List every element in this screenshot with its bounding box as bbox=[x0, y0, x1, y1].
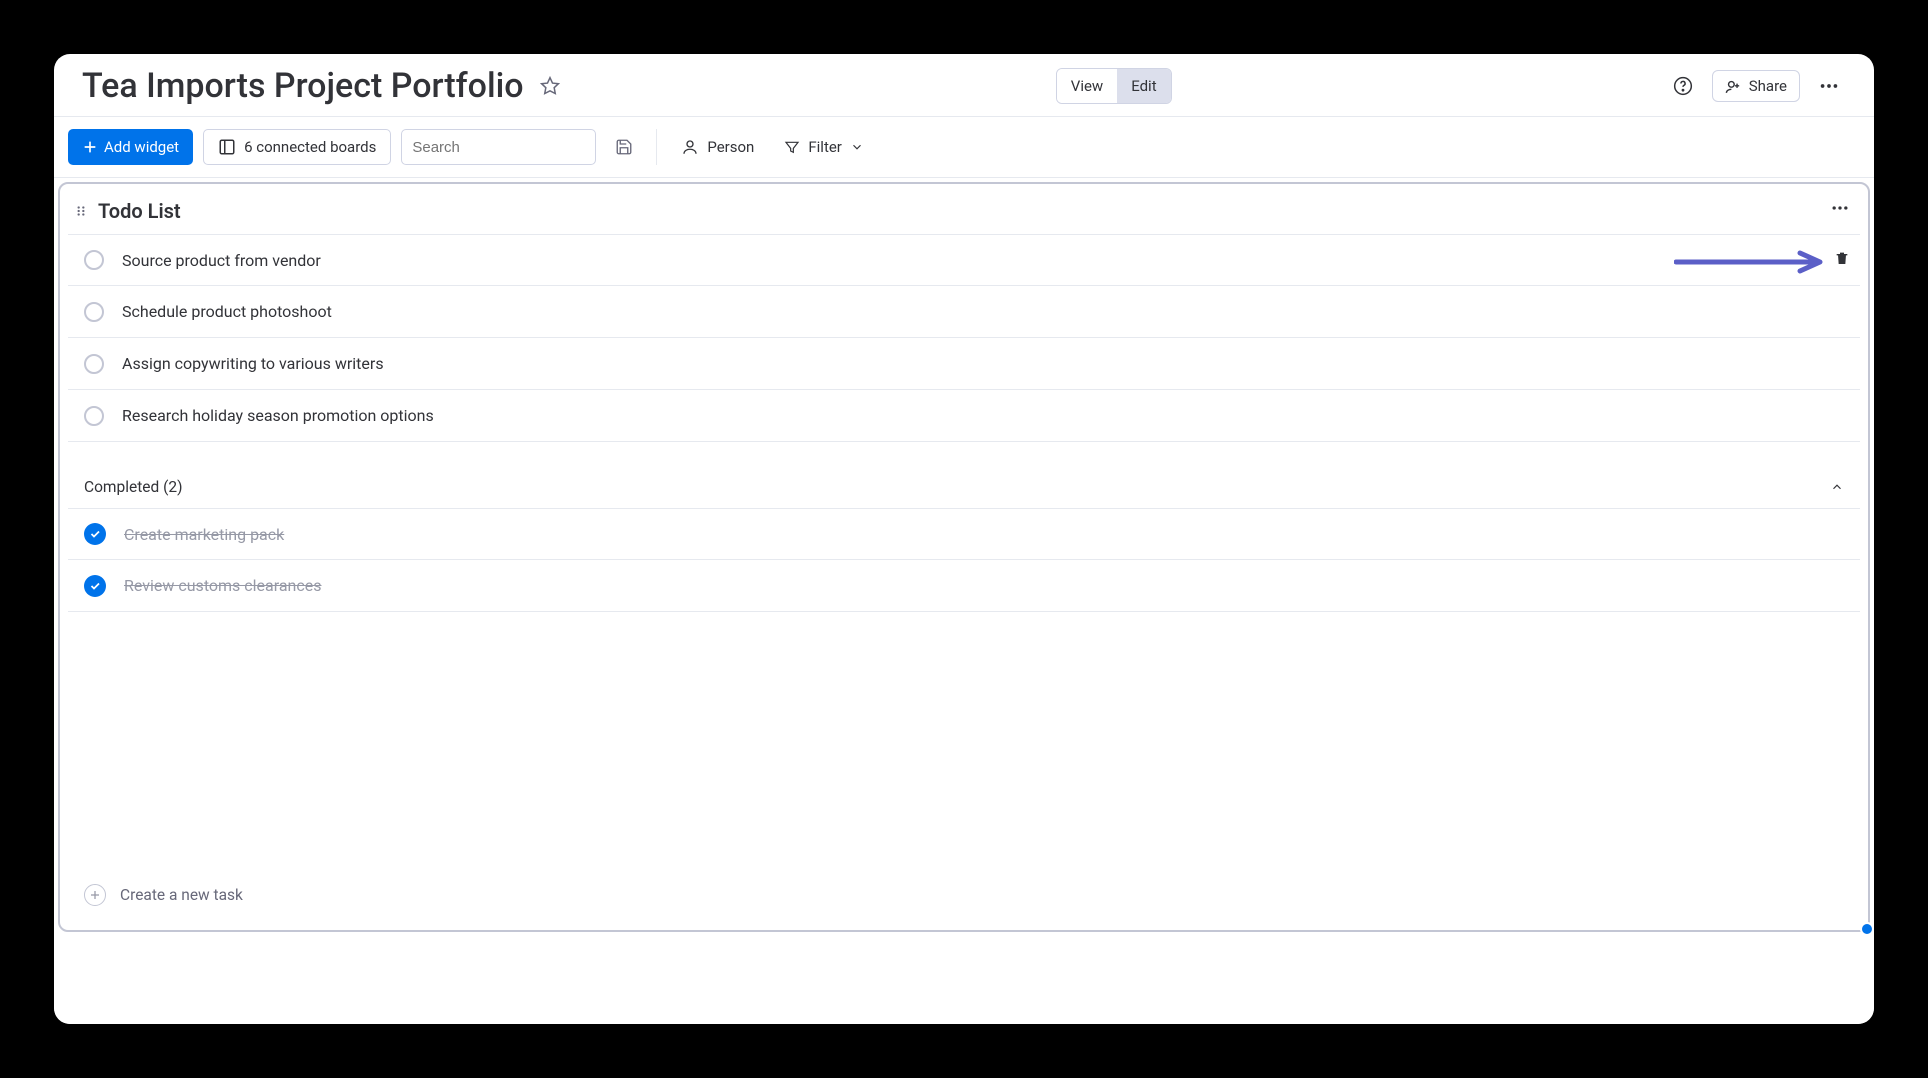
header-right: Share bbox=[1666, 69, 1846, 103]
connected-boards-button[interactable]: 6 connected boards bbox=[203, 129, 391, 165]
save-icon bbox=[615, 138, 633, 156]
board-icon bbox=[218, 138, 236, 156]
create-task-label: Create a new task bbox=[120, 886, 243, 904]
todo-item[interactable]: Source product from vendor bbox=[68, 234, 1860, 286]
completed-toggle[interactable]: Completed (2) bbox=[68, 468, 1860, 508]
view-edit-toggle: View Edit bbox=[1056, 68, 1172, 104]
save-view-button[interactable] bbox=[606, 129, 642, 165]
plus-icon bbox=[82, 139, 98, 155]
resize-handle[interactable] bbox=[1860, 922, 1874, 936]
create-task-button[interactable]: Create a new task bbox=[68, 870, 1860, 920]
check-icon bbox=[89, 580, 101, 592]
widget-area: Todo List Source product from vendor bbox=[54, 178, 1874, 1024]
filter-label: Filter bbox=[808, 138, 842, 156]
more-horizontal-icon bbox=[1830, 198, 1850, 218]
completed-item[interactable]: Review customs clearances bbox=[68, 560, 1860, 612]
todo-label: Create marketing pack bbox=[124, 525, 284, 544]
todo-checkbox[interactable] bbox=[84, 302, 104, 322]
share-icon bbox=[1725, 78, 1742, 95]
favorite-star-button[interactable] bbox=[538, 74, 562, 98]
header-center: View Edit bbox=[562, 68, 1666, 104]
check-icon bbox=[89, 528, 101, 540]
view-mode-button[interactable]: View bbox=[1057, 69, 1117, 103]
todo-checkbox-checked[interactable] bbox=[84, 575, 106, 597]
help-icon bbox=[1673, 76, 1693, 96]
todo-checkbox[interactable] bbox=[84, 406, 104, 426]
delete-task-button[interactable] bbox=[1834, 250, 1850, 270]
todo-label: Source product from vendor bbox=[122, 251, 321, 270]
filter-icon bbox=[784, 139, 800, 155]
widget-header: Todo List bbox=[60, 184, 1868, 234]
todo-item[interactable]: Research holiday season promotion option… bbox=[68, 390, 1860, 442]
todo-label: Research holiday season promotion option… bbox=[122, 406, 434, 425]
todo-item[interactable]: Schedule product photoshoot bbox=[68, 286, 1860, 338]
todo-list-widget: Todo List Source product from vendor bbox=[58, 182, 1870, 932]
chevron-down-icon bbox=[850, 140, 864, 154]
widget-more-button[interactable] bbox=[1830, 198, 1850, 224]
help-button[interactable] bbox=[1666, 69, 1700, 103]
completed-item[interactable]: Create marketing pack bbox=[68, 508, 1860, 560]
add-widget-button[interactable]: Add widget bbox=[68, 129, 193, 165]
chevron-up-icon bbox=[1830, 480, 1844, 494]
page-title: Tea Imports Project Portfolio bbox=[82, 66, 524, 106]
arrow-annotation bbox=[1674, 250, 1824, 274]
toolbar-divider bbox=[656, 129, 657, 165]
completed-header-label: Completed (2) bbox=[84, 478, 183, 496]
filter-button[interactable]: Filter bbox=[774, 129, 874, 165]
app-window: Tea Imports Project Portfolio View Edit … bbox=[54, 54, 1874, 1024]
header-more-button[interactable] bbox=[1812, 69, 1846, 103]
drag-handle[interactable] bbox=[74, 204, 88, 218]
widget-title: Todo List bbox=[98, 199, 181, 223]
todo-item[interactable]: Assign copywriting to various writers bbox=[68, 338, 1860, 390]
toolbar: Add widget 6 connected boards Person Fil… bbox=[54, 117, 1874, 178]
todo-label: Schedule product photoshoot bbox=[122, 302, 332, 321]
person-label: Person bbox=[707, 138, 754, 156]
share-label: Share bbox=[1749, 77, 1787, 95]
todo-body: Source product from vendor Schedule prod… bbox=[60, 234, 1868, 930]
star-icon bbox=[540, 76, 560, 96]
todo-checkbox[interactable] bbox=[84, 250, 104, 270]
trash-icon bbox=[1834, 250, 1850, 266]
todo-checkbox-checked[interactable] bbox=[84, 523, 106, 545]
header-bar: Tea Imports Project Portfolio View Edit … bbox=[54, 54, 1874, 117]
edit-mode-button[interactable]: Edit bbox=[1117, 69, 1170, 103]
search-field[interactable] bbox=[401, 129, 596, 165]
share-button[interactable]: Share bbox=[1712, 70, 1800, 102]
todo-label: Assign copywriting to various writers bbox=[122, 354, 384, 373]
plus-circle-icon bbox=[84, 884, 106, 906]
todo-label: Review customs clearances bbox=[124, 576, 322, 595]
connected-boards-label: 6 connected boards bbox=[244, 138, 376, 156]
add-widget-label: Add widget bbox=[104, 138, 179, 156]
todo-checkbox[interactable] bbox=[84, 354, 104, 374]
person-filter-button[interactable]: Person bbox=[671, 129, 764, 165]
completed-section: Completed (2) Create marketing pack bbox=[68, 468, 1860, 612]
search-input[interactable] bbox=[412, 139, 611, 156]
person-icon bbox=[681, 138, 699, 156]
more-horizontal-icon bbox=[1818, 75, 1840, 97]
drag-icon bbox=[74, 204, 88, 218]
